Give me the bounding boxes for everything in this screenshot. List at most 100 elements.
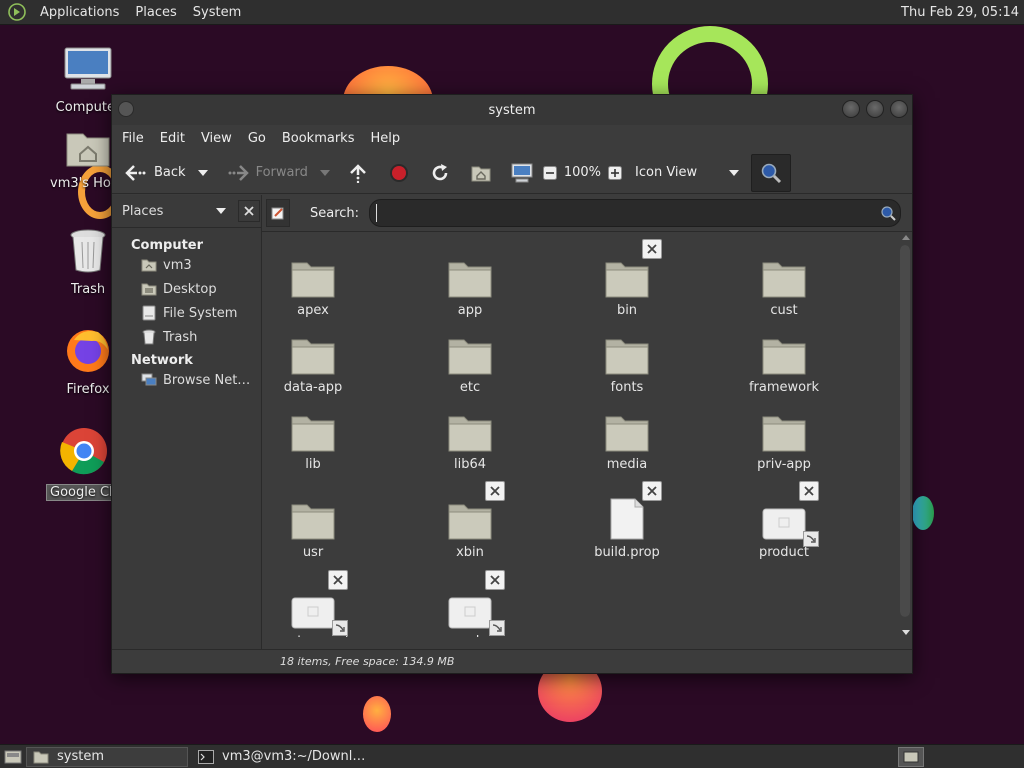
sidebar-item-label: Trash [163,329,198,345]
view-mode-select[interactable]: Icon View [631,157,743,189]
item-name: xbin [456,545,484,560]
symlink-item[interactable]: vendor [415,570,525,637]
vertical-scrollbar[interactable] [898,233,910,637]
sidebar-select-label: Places [122,203,164,219]
scroll-down-icon [902,630,910,635]
folder-icon [33,750,49,764]
computer-icon[interactable] [508,159,536,187]
menu-go[interactable]: Go [240,131,274,146]
stop-icon[interactable] [385,159,413,187]
window-icon [903,751,919,762]
window-titlebar[interactable]: system [112,95,912,125]
taskbar-item-terminal[interactable]: vm3@vm3:~/Downl… [192,747,371,767]
sidebar-item-trash[interactable]: Trash [112,325,261,349]
reload-icon[interactable] [426,159,454,187]
menu-logo-icon[interactable] [8,3,26,21]
home-icon[interactable] [467,159,495,187]
sidebar-item-browse-network[interactable]: Browse Net… [112,368,261,392]
wallpaper-teal-blob [912,496,934,530]
folder-icon [447,481,505,541]
sidebar-item-label: Desktop [163,281,217,297]
menu-file[interactable]: File [114,131,152,146]
folder-icon [290,330,336,376]
back-label: Back [154,165,186,180]
folder-item[interactable]: usr [262,495,368,560]
menu-view[interactable]: View [193,131,240,146]
applications-menu[interactable]: Applications [32,0,127,25]
menu-edit[interactable]: Edit [152,131,193,146]
menu-bookmarks[interactable]: Bookmarks [274,131,363,146]
forward-button[interactable]: Forward [220,157,312,189]
system-menu[interactable]: System [185,0,249,25]
scroll-up-icon [902,235,910,240]
item-name: vendor [447,634,492,637]
folder-item[interactable]: fonts [572,330,682,395]
folder-item[interactable]: lib [262,407,368,472]
symlink-item[interactable]: product [729,481,839,560]
chevron-down-icon [216,208,226,214]
close-button[interactable] [890,100,908,118]
main-pane: Search: apex app bin cust data-app etc fonts fr… [262,195,912,673]
folder-item[interactable]: media [572,407,682,472]
window-menu-button[interactable] [118,101,134,117]
folder-item[interactable]: bin [572,239,682,318]
sidebar-places-select[interactable]: Places [118,198,230,224]
folder-item[interactable]: etc [415,330,525,395]
sidebar-item-file-system[interactable]: File System [112,301,261,325]
item-name: media [606,457,648,472]
taskbar-item-system[interactable]: system [26,746,188,767]
clock[interactable]: Thu Feb 29, 05:14 [901,5,1024,20]
sidebar-header: Places [112,195,261,228]
folder-icon [290,407,336,453]
trash-icon [141,329,157,345]
item-name: framework [748,380,819,395]
search-bar: Search: [262,195,912,232]
item-name: data-app [283,380,343,395]
up-arrow-icon[interactable] [344,159,372,187]
sidebar-item-label: Browse Net… [163,372,251,388]
folder-item[interactable]: lib64 [415,407,525,472]
back-history-dropdown[interactable] [196,169,210,176]
close-sidebar-button[interactable] [238,200,260,222]
folder-item[interactable]: apex [262,253,368,318]
workspace-switcher[interactable] [898,746,924,767]
item-name: cust [770,303,798,318]
unreadable-emblem-icon [485,570,505,590]
show-desktop-icon[interactable] [4,749,22,765]
item-name: build.prop [594,545,660,560]
folder-icon [604,407,650,453]
search-toggle-button[interactable] [751,153,792,192]
search-input[interactable] [376,204,881,222]
forward-history-dropdown[interactable] [318,169,332,176]
zoom-in-icon[interactable] [605,159,625,187]
pencil-note-icon [271,207,284,220]
edit-location-button[interactable] [266,199,290,227]
sidebar-item-vm3[interactable]: vm3 [112,253,261,277]
folder-item[interactable]: priv-app [729,407,839,472]
sidebar-item-desktop[interactable]: Desktop [112,277,261,301]
search-icon [761,163,782,183]
folder-item[interactable]: cust [729,253,839,318]
places-menu[interactable]: Places [127,0,184,25]
search-field [369,199,902,227]
folder-item[interactable]: framework [729,330,839,395]
forward-arrow-icon [224,159,252,187]
zoom-out-icon[interactable] [540,159,560,187]
file-item[interactable]: build.prop [572,481,682,560]
folder-item[interactable]: data-app [262,330,368,395]
menu-help[interactable]: Help [362,131,408,146]
minimize-button[interactable] [842,100,860,118]
window-title: system [488,102,536,118]
chrome-icon [59,426,109,480]
back-button[interactable]: Back [118,157,190,189]
scrollbar-thumb[interactable] [900,245,910,617]
maximize-button[interactable] [866,100,884,118]
sidebar-section-computer: Computer [131,238,204,253]
symlink-icon [761,481,819,547]
symlink-item[interactable]: system_ext [262,570,368,637]
folder-item[interactable]: xbin [415,481,525,560]
sidebar: Places Computer vm3 Desktop File System [112,195,262,673]
search-label: Search: [310,205,360,221]
taskbar-item-label: system [57,749,104,764]
folder-item[interactable]: app [415,253,525,318]
